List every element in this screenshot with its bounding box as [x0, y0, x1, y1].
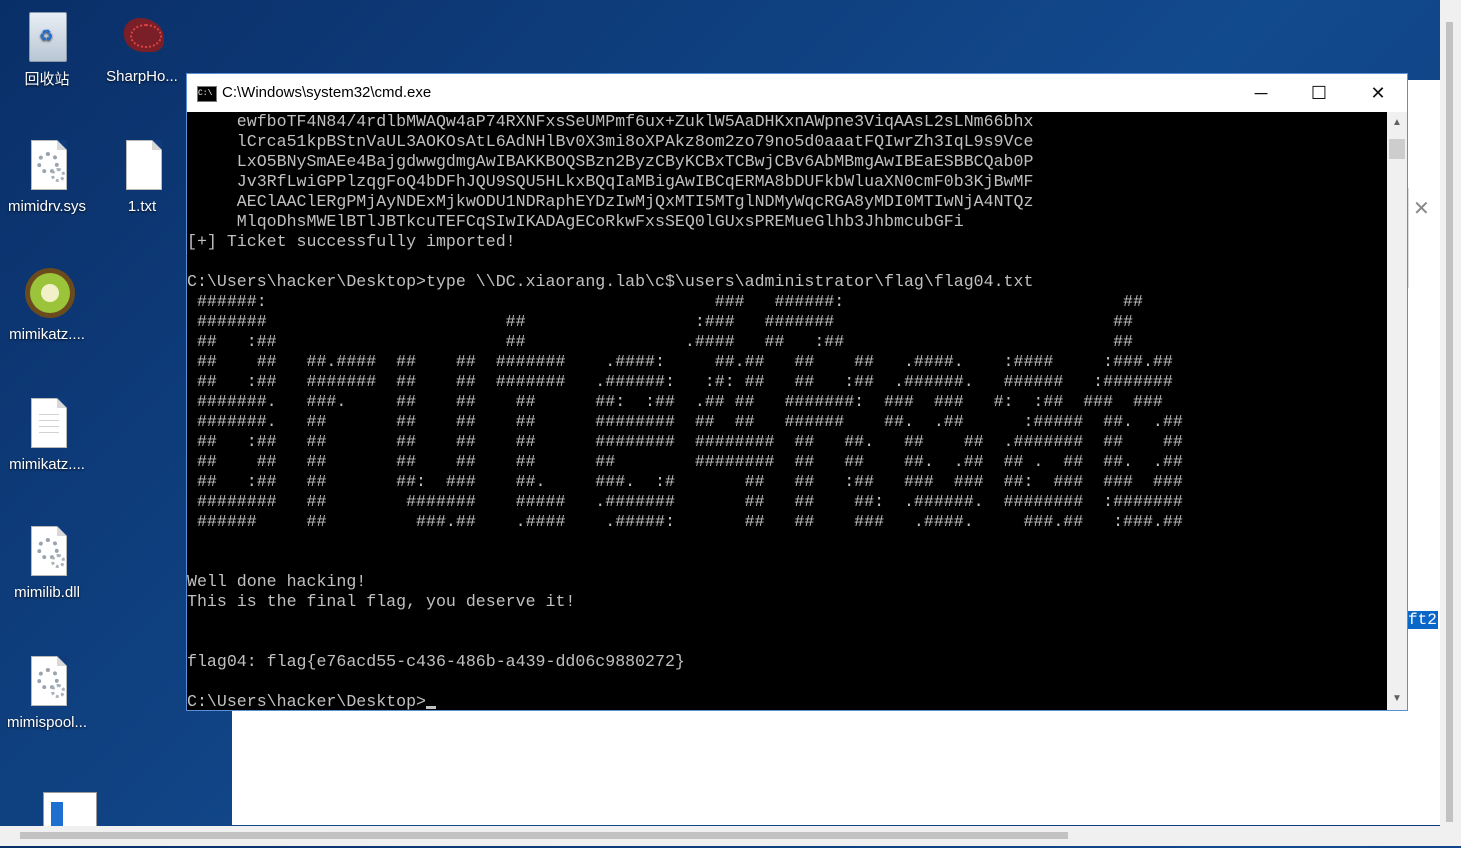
scrollbar-thumb[interactable] [1446, 22, 1453, 822]
console-line: This is the final flag, you deserve it! [187, 592, 576, 611]
sharphound-icon[interactable]: SharpHo... [96, 8, 188, 85]
recycle-bin-image: ♻ [23, 8, 71, 64]
console-line: ## :## ####### ## ## ####### .######: :#… [187, 372, 1173, 391]
console-line: ###### ## ###.## .#### .#####: ## ## ###… [187, 512, 1183, 531]
selected-text: ft2 [1408, 611, 1438, 629]
cmd-app-icon: C:\ [197, 86, 217, 102]
console-line: ## :## ## ##: ### ##. ###. :# ## ## :## … [187, 472, 1183, 491]
console-line: AEClAAClERgPMjAyNDExMjkwODU1NDRaphEYDzIw… [187, 192, 1034, 211]
desktop-icon-label: 1.txt [127, 198, 157, 215]
console-line: LxO5BNySmAEe4BajgdwwgdmgAwIBAKKBOQSBzn2B… [187, 152, 1034, 171]
text-file-image [118, 138, 166, 194]
desktop-icon-label: 回收站 [24, 71, 70, 88]
console-output[interactable]: ewfboTF4N84/4rdlbMWAQw4aP74RXNFxsSeUMPmf… [187, 112, 1387, 710]
console-line: ####### ## :### ####### ## [187, 312, 1133, 331]
console-line: #######. ###. ## ## ## ##: :## .## ## ##… [187, 392, 1163, 411]
close-button[interactable]: ✕ [1349, 74, 1407, 112]
system-file-image [23, 138, 71, 194]
mimilib-dll-icon[interactable]: mimilib.dll [1, 524, 93, 601]
mimidrv-sys-icon[interactable]: mimidrv.sys [1, 138, 93, 215]
text-file-icon[interactable]: 1.txt [96, 138, 188, 215]
window-title: C:\Windows\system32\cmd.exe [222, 84, 432, 101]
desktop-icon-label: SharpHo... [106, 68, 178, 85]
desktop-icon-label: mimispool... [6, 714, 88, 731]
scrollbar-thumb[interactable] [1389, 139, 1405, 159]
console-line: ## :## ## .#### ## :## ## [187, 332, 1133, 351]
console-line: lCrca51kpBStnVaUL3AOKOsAtL6AdNHlBv0X3mi8… [187, 132, 1034, 151]
console-line: ewfboTF4N84/4rdlbMWAQw4aP74RXNFxsSeUMPmf… [187, 112, 1034, 131]
mimispool-dll-icon[interactable]: mimispool... [1, 654, 93, 731]
text-cursor [426, 706, 436, 709]
recycle-bin-icon[interactable]: ♻ 回收站 [1, 8, 93, 89]
sharphound-image [118, 8, 166, 64]
minimize-button[interactable]: ─ [1232, 74, 1290, 112]
console-line: MlqoDhsMWElBTlJBTkcuTEFCqSIwIKADAgECoRkw… [187, 212, 964, 231]
desktop-icon-label: mimikatz.... [9, 326, 85, 343]
console-line: ######## ## ####### ##### .####### ## ##… [187, 492, 1183, 511]
console-scrollbar[interactable]: ▲ ▼ [1387, 112, 1407, 710]
scroll-down-arrow-icon[interactable]: ▼ [1387, 690, 1407, 708]
console-line: ## ## ##.#### ## ## ####### .####: ##.##… [187, 352, 1173, 371]
console-line: Jv3RfLwiGPPlzqgFoQ4bDFhJQU9SQU5HLkxBQqIa… [187, 172, 1034, 191]
close-icon[interactable]: ✕ [1413, 196, 1430, 221]
console-line: [+] Ticket successfully imported! [187, 232, 516, 251]
scroll-up-arrow-icon[interactable]: ▲ [1387, 114, 1407, 132]
mimikatz-log-icon[interactable]: mimikatz.... [1, 396, 93, 473]
system-file-image [23, 654, 71, 710]
desktop-icon-label: mimidrv.sys [7, 198, 87, 215]
desktop-icon-label: mimikatz.... [9, 456, 85, 473]
maximize-button[interactable]: ☐ [1290, 74, 1348, 112]
console-line: C:\Users\hacker\Desktop> [187, 692, 426, 710]
console-line: flag04: flag{e76acd55-c436-486b-a439-dd0… [187, 652, 685, 671]
title-bar[interactable]: C:\ C:\Windows\system32\cmd.exe ─ ☐ ✕ [187, 74, 1407, 112]
console-text: ewfboTF4N84/4rdlbMWAQw4aP74RXNFxsSeUMPmf… [187, 112, 1387, 710]
system-file-image [23, 524, 71, 580]
mimikatz-exe-icon[interactable]: mimikatz.... [1, 266, 93, 343]
console-line: #######. ## ## ## ## ######## ## ## ####… [187, 412, 1183, 431]
desktop-icon-label: mimilib.dll [14, 584, 80, 601]
cmd-window[interactable]: C:\ C:\Windows\system32\cmd.exe ─ ☐ ✕ ew… [186, 73, 1408, 711]
kiwi-image [23, 266, 75, 322]
vertical-scrollbar[interactable] [1440, 0, 1461, 846]
console-line: Well done hacking! [187, 572, 367, 591]
console-line: C:\Users\hacker\Desktop>type \\DC.xiaora… [187, 272, 1034, 291]
console-line: ## ## ## ## ## ## ## ######## ## ## ##. … [187, 452, 1183, 471]
scrollbar-thumb[interactable] [20, 832, 1068, 839]
text-file-image [23, 396, 71, 452]
console-line: ## :## ## ## ## ## ######## ######## ## … [187, 432, 1183, 451]
horizontal-scrollbar[interactable] [0, 826, 1440, 846]
console-line: ######: ### ######: ## [187, 292, 1143, 311]
